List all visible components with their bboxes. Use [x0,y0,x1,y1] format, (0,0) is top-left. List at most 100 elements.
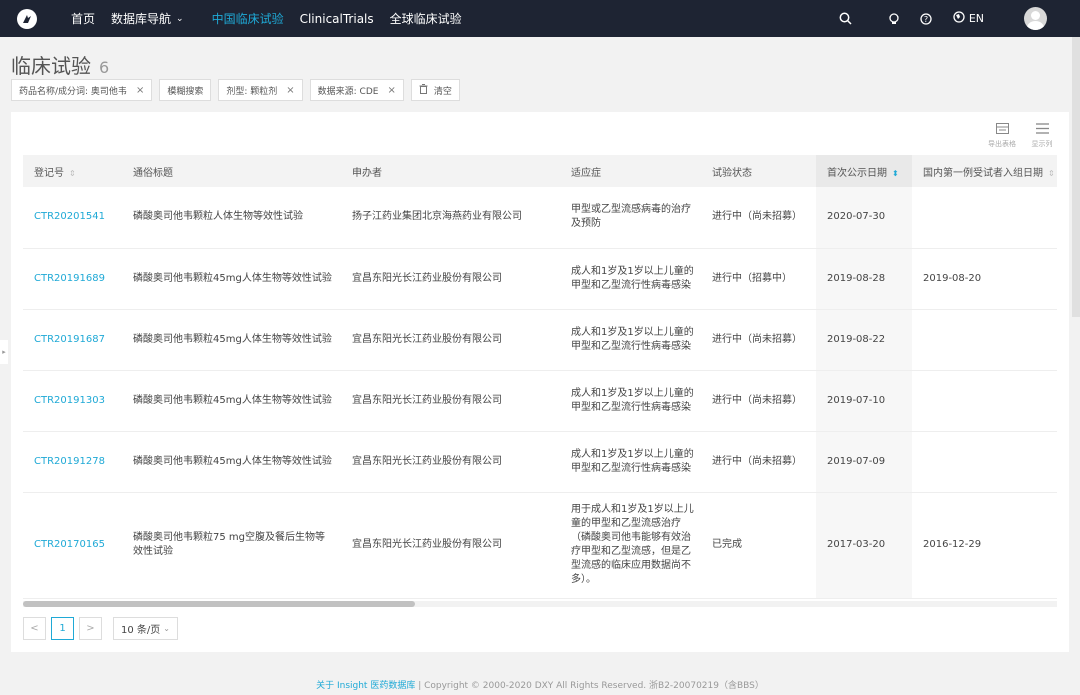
nav-china-trials[interactable]: 中国临床试验 [212,0,284,37]
sort-icon[interactable]: ⬍ [892,169,899,178]
columns-icon [1035,123,1049,137]
column-header-label: 登记号 [34,167,64,179]
next-page-button[interactable]: > [79,617,102,640]
display-columns-button[interactable]: 显示列 [1026,123,1058,149]
close-icon[interactable]: × [136,85,144,96]
nav-home-label: 首页 [71,12,96,26]
nav-db-dropdown[interactable]: 数据库导航 ⌄ [111,0,184,37]
filter-chip-label: 药品名称/成分词: 奥司他韦 [19,86,127,97]
column-header-first-date[interactable]: 国内第一例受试者入组日期 ⇕ [912,155,1057,187]
scrollbar-thumb[interactable] [23,601,415,607]
sort-icon[interactable]: ⇕ [69,169,76,178]
trial-id-link[interactable]: CTR20191278 [23,431,122,493]
trial-indication: 用于成人和1岁及1岁以上儿童的甲型和乙型流感治疗（磷酸奥司他韦能够有效治疗甲型和… [560,492,701,599]
clear-filters-button[interactable]: 清空 [410,79,460,101]
trial-status: 进行中（尚未招募） [701,309,816,371]
lightbulb-icon[interactable] [887,12,901,26]
table-row: CTR20201541 磷酸奥司他韦颗粒人体生物等效性试验 扬子江药业集团北京海… [23,187,1057,249]
avatar[interactable] [1024,7,1047,30]
nav-china-trials-label: 中国临床试验 [211,12,284,26]
column-header-label: 通俗标题 [133,167,173,179]
results-table: 登记号 ⇕ 通俗标题 申办者 适应症 试验状态 首次公示日期 ⬍ 国内第一例受试者入… [23,155,1057,601]
footer-about-link[interactable]: 关于 Insight 医药数据库 [316,681,415,691]
nav-home[interactable]: 首页 [71,0,95,37]
table-row: CTR20191278 磷酸奥司他韦颗粒45mg人体生物等效性试验 宜昌东阳光长… [23,431,1057,493]
filter-chip[interactable]: 药品名称/成分词: 奥司他韦 × [11,79,153,101]
trial-indication-text: 成人和1岁及1岁以上儿童的甲型和乙型流行性病毒感染 [571,387,694,413]
trial-first-date [912,431,1057,493]
nav-clinicaltrials-label: ClinicalTrials [299,11,374,26]
trial-sponsor: 宜昌东阳光长江药业股份有限公司 [341,309,560,371]
trial-title: 磷酸奥司他韦颗粒45mg人体生物等效性试验 [122,431,341,493]
page-title: 临床试验 6 [11,50,109,79]
results-card: 导出表格 显示列 登记号 ⇕ 通俗标题 申办者 适应症 试验状态 首次公示日期 ⬍ [11,112,1069,652]
trial-title: 磷酸奥司他韦颗粒45mg人体生物等效性试验 [122,370,341,432]
export-label: 导出表格 [988,140,1016,148]
filter-chip-label: 模糊搜索 [167,86,204,97]
nav-db-label: 数据库导航 [111,12,172,26]
filter-chip[interactable]: 模糊搜索 [159,79,212,101]
sort-icon[interactable]: ⇕ [1048,169,1055,178]
trial-title: 磷酸奥司他韦颗粒人体生物等效性试验 [122,187,341,249]
trial-pub-date: 2019-08-22 [816,309,912,371]
trial-indication: 成人和1岁及1岁以上儿童的甲型和乙型流行性病毒感染 [560,431,701,493]
nav-clinicaltrials[interactable]: ClinicalTrials [300,0,374,37]
help-icon[interactable]: ? [919,12,933,26]
horizontal-scrollbar[interactable] [23,601,1057,607]
pagination: < 1 > 10 条/页 ⌄ [23,617,178,640]
page-scrollbar[interactable] [1072,37,1080,317]
trial-title: 磷酸奥司他韦颗粒75 mg空腹及餐后生物等效性试验 [122,492,341,599]
language-label: EN [968,12,984,25]
close-icon[interactable]: × [387,85,395,96]
result-count: 6 [99,58,110,77]
language-switch[interactable]: EN [953,11,984,26]
export-table-button[interactable]: 导出表格 [986,123,1018,149]
trial-indication: 成人和1岁及1岁以上儿童的甲型和乙型流行性病毒感染 [560,248,701,310]
chevron-down-icon: ⌄ [163,624,170,633]
globe-icon [953,11,965,26]
trial-title: 磷酸奥司他韦颗粒45mg人体生物等效性试验 [122,309,341,371]
nav-global-trials-label: 全球临床试验 [389,12,462,26]
trial-pub-date: 2019-07-09 [816,431,912,493]
trial-status: 进行中（尚未招募） [701,431,816,493]
close-icon[interactable]: × [286,85,294,96]
search-icon[interactable] [839,12,853,26]
column-header-id[interactable]: 登记号 ⇕ [23,155,122,187]
trial-id-link[interactable]: CTR20191687 [23,309,122,371]
logo-icon[interactable] [17,8,37,29]
filter-chip[interactable]: 剂型: 颗粒剂 × [218,79,303,101]
clear-filters-label: 清空 [433,86,452,97]
trial-indication: 甲型或乙型流感病毒的治疗及预防 [560,187,701,249]
trial-sponsor: 宜昌东阳光长江药业股份有限公司 [341,492,560,599]
trial-id-link[interactable]: CTR20191689 [23,248,122,310]
trash-icon [419,83,428,97]
svg-text:?: ? [924,15,928,24]
trial-sponsor: 宜昌东阳光长江药业股份有限公司 [341,248,560,310]
column-header-title: 通俗标题 [122,155,341,187]
page-size-select[interactable]: 10 条/页 ⌄ [113,617,178,640]
trial-title: 磷酸奥司他韦颗粒45mg人体生物等效性试验 [122,248,341,310]
sidebar-toggle[interactable]: ▸ [0,340,8,364]
trial-id-link[interactable]: CTR20201541 [23,187,122,249]
column-header-status: 试验状态 [701,155,816,187]
column-header-pub-date[interactable]: 首次公示日期 ⬍ [816,155,912,187]
page-size-value: 10 条/页 [121,625,161,636]
top-navbar: 首页 数据库导航 ⌄ 中国临床试验 ClinicalTrials 全球临床试验 ?… [0,0,1080,37]
trial-pub-date: 2020-07-30 [816,187,912,249]
prev-page-button[interactable]: < [23,617,46,640]
trial-indication-text: 成人和1岁及1岁以上儿童的甲型和乙型流行性病毒感染 [571,448,694,474]
trial-id-link[interactable]: CTR20170165 [23,492,122,599]
trial-first-date [912,309,1057,371]
column-header-label: 首次公示日期 [827,167,887,179]
nav-global-trials[interactable]: 全球临床试验 [390,0,462,37]
trial-id-link[interactable]: CTR20191303 [23,370,122,432]
column-header-indication: 适应症 [560,155,701,187]
trial-first-date [912,187,1057,249]
export-icon [995,123,1009,137]
trial-status: 进行中（尚未招募） [701,370,816,432]
trial-status: 进行中（尚未招募） [701,187,816,249]
footer: 关于 Insight 医药数据库 | Copyright © 2000-2020… [0,678,1080,691]
column-header-label: 国内第一例受试者入组日期 [923,167,1043,179]
page-number-button[interactable]: 1 [51,617,74,640]
filter-chip[interactable]: 数据来源: CDE × [309,79,404,101]
